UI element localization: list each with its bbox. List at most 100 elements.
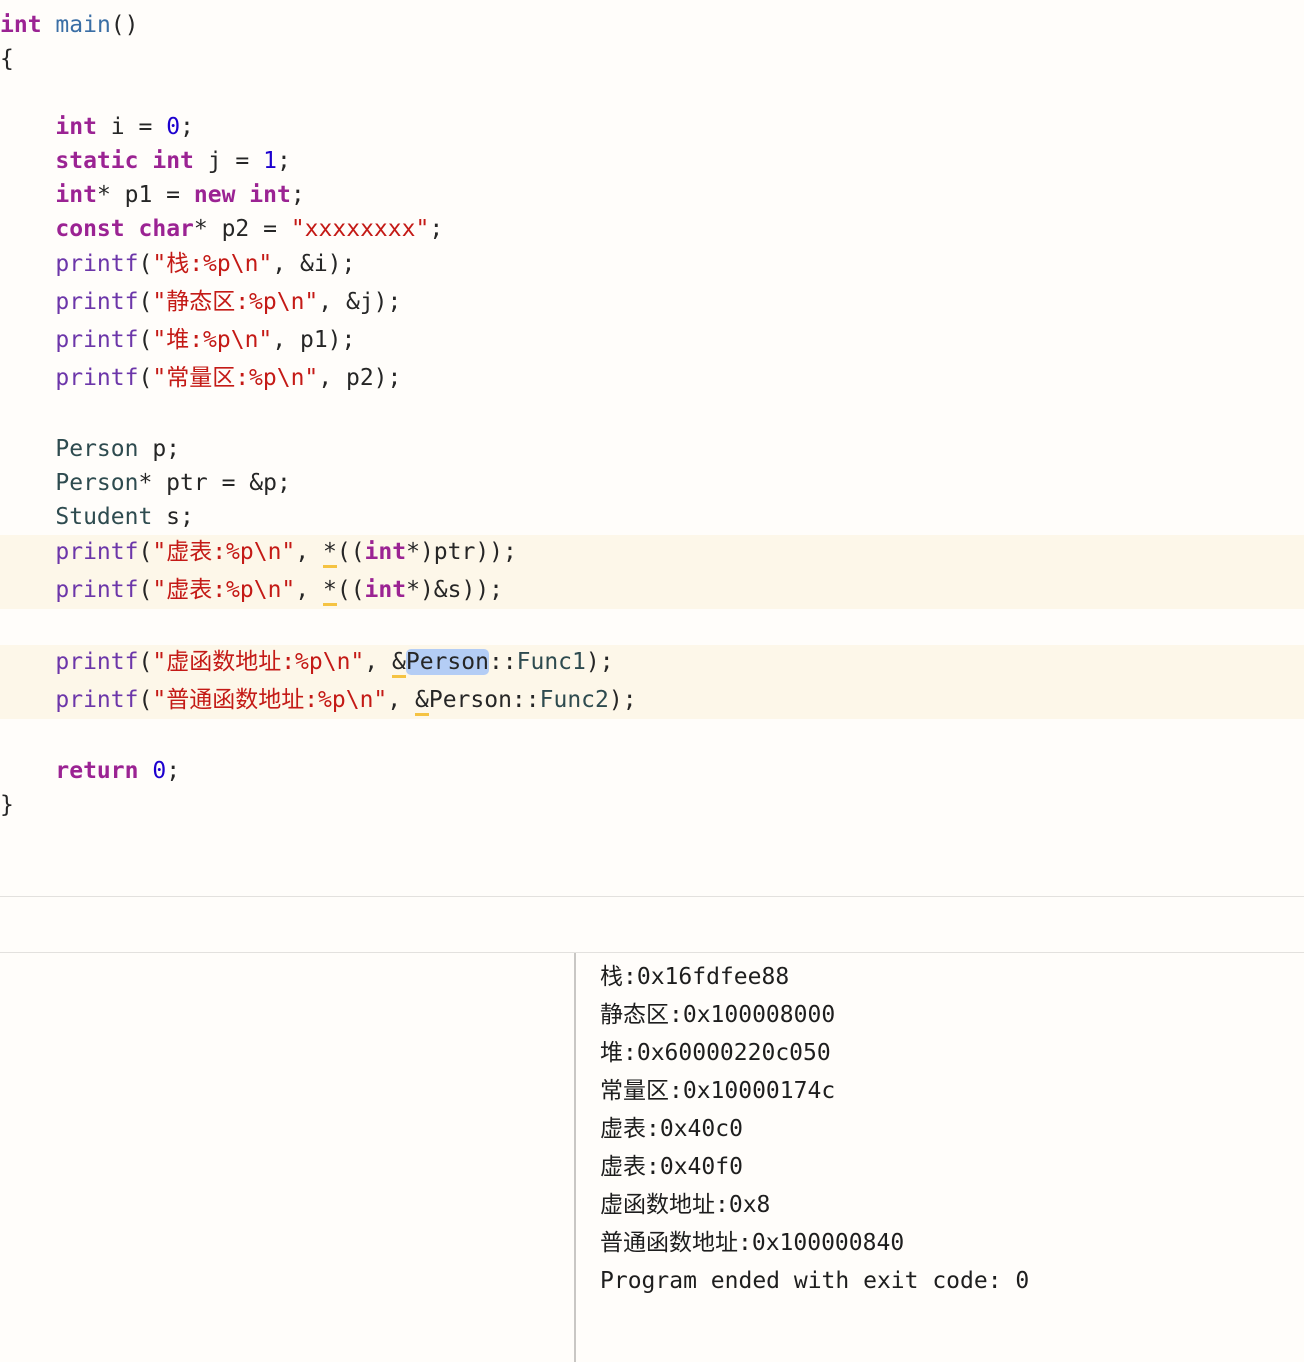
code-line[interactable]: printf("常量区:%p\n", p2); <box>0 359 1304 397</box>
code-token: , <box>364 649 392 675</box>
code-token: * p2 = <box>193 216 291 242</box>
code-line[interactable]: printf("虚函数地址:%p\n", &Person::Func1); <box>0 643 1304 681</box>
code-token: * p1 = <box>96 182 194 208</box>
code-line[interactable]: printf("虚表:%p\n", *((int*)ptr)); <box>0 533 1304 571</box>
selected-text: Person <box>405 649 489 675</box>
code-token: i = <box>96 114 167 140</box>
code-line[interactable]: printf("虚表:%p\n", *((int*)&s)); <box>0 571 1304 609</box>
console-line: 虚函数地址:0x8 <box>600 1192 771 1218</box>
code-line[interactable] <box>0 720 1304 754</box>
code-line[interactable]: Person* ptr = &p; <box>0 466 1304 500</box>
code-token: printf <box>55 539 139 565</box>
variables-view[interactable] <box>0 953 574 1362</box>
code-token: ); <box>608 687 637 713</box>
code-token: char <box>138 216 194 242</box>
code-token: ; <box>277 148 291 174</box>
code-token: , p2); <box>318 365 402 391</box>
code-token: printf <box>55 577 139 603</box>
console-output[interactable]: 栈:0x16fdfee88 静态区:0x100008000 堆:0x600002… <box>576 953 1304 1362</box>
code-line[interactable]: printf("堆:%p\n", p1); <box>0 321 1304 359</box>
code-line[interactable]: return 0; <box>0 754 1304 788</box>
code-line[interactable]: printf("普通函数地址:%p\n", &Person::Func2); <box>0 681 1304 719</box>
code-editor[interactable]: int main() { int i = 0; static int j = 1… <box>0 0 1304 896</box>
code-token: *)&s)); <box>406 577 504 603</box>
code-line[interactable]: { <box>0 42 1304 76</box>
code-token: s; <box>152 504 194 530</box>
code-token: int <box>249 182 291 208</box>
code-token: *)ptr)); <box>406 539 517 565</box>
code-token: ); <box>585 649 614 675</box>
code-token: Student <box>55 504 153 530</box>
code-token: , &i); <box>272 251 356 277</box>
code-token: "普通函数地址:%p\n" <box>152 687 388 713</box>
code-token: , <box>387 687 415 713</box>
code-token: main <box>55 12 111 38</box>
code-token: ( <box>138 539 153 565</box>
code-token: "常量区:%p\n" <box>152 365 319 391</box>
code-token: "堆:%p\n" <box>152 327 273 353</box>
code-token: "栈:%p\n" <box>152 251 273 277</box>
code-token: printf <box>55 289 139 315</box>
code-token: new <box>193 182 236 208</box>
code-token: ; <box>180 114 194 140</box>
code-token: , <box>295 577 323 603</box>
code-token: "静态区:%p\n" <box>152 289 319 315</box>
code-line[interactable]: const char* p2 = "xxxxxxxx"; <box>0 212 1304 246</box>
code-line[interactable]: printf("静态区:%p\n", &j); <box>0 283 1304 321</box>
code-token: ; <box>166 758 181 784</box>
code-line[interactable]: Student s; <box>0 500 1304 534</box>
debug-bar <box>0 897 1304 952</box>
code-token: ( <box>138 649 153 675</box>
code-line[interactable]: } <box>0 788 1304 822</box>
code-line[interactable] <box>0 76 1304 110</box>
code-token: "xxxxxxxx" <box>290 216 430 242</box>
code-token: int <box>55 182 97 208</box>
code-token: (( <box>336 577 365 603</box>
code-token: , p1); <box>272 327 356 353</box>
code-token: return <box>55 758 139 784</box>
code-token: "虚表:%p\n" <box>152 577 296 603</box>
code-token: printf <box>55 251 139 277</box>
code-line[interactable] <box>0 398 1304 432</box>
code-token: :: <box>488 649 517 675</box>
code-token: ; <box>429 216 444 242</box>
code-token: & <box>414 687 429 716</box>
code-line[interactable]: int i = 0; <box>0 110 1304 144</box>
code-token: Func2 <box>539 687 609 713</box>
code-line[interactable]: printf("栈:%p\n", &i); <box>0 245 1304 283</box>
console-line: 虚表:0x40f0 <box>600 1154 743 1180</box>
console-line: 常量区:0x10000174c <box>600 1078 836 1104</box>
code-token: int <box>0 12 42 38</box>
code-token: Person:: <box>428 687 540 713</box>
code-token: , &j); <box>318 289 402 315</box>
code-token: ( <box>138 327 153 353</box>
code-line[interactable]: static int j = 1; <box>0 144 1304 178</box>
code-token: p; <box>138 436 181 462</box>
code-token: printf <box>55 649 139 675</box>
code-token: ( <box>138 365 153 391</box>
code-line[interactable] <box>0 610 1304 644</box>
code-token: "虚函数地址:%p\n" <box>152 649 365 675</box>
code-line[interactable]: int main() <box>0 8 1304 42</box>
code-token: * <box>322 539 337 568</box>
code-line[interactable]: int* p1 = new int; <box>0 178 1304 212</box>
code-token: int <box>364 539 407 565</box>
code-token: ( <box>138 687 153 713</box>
code-token: ( <box>138 289 153 315</box>
code-token: printf <box>55 687 139 713</box>
code-token: static <box>55 148 139 174</box>
code-line[interactable]: Person p; <box>0 432 1304 466</box>
code-token: ( <box>138 251 153 277</box>
